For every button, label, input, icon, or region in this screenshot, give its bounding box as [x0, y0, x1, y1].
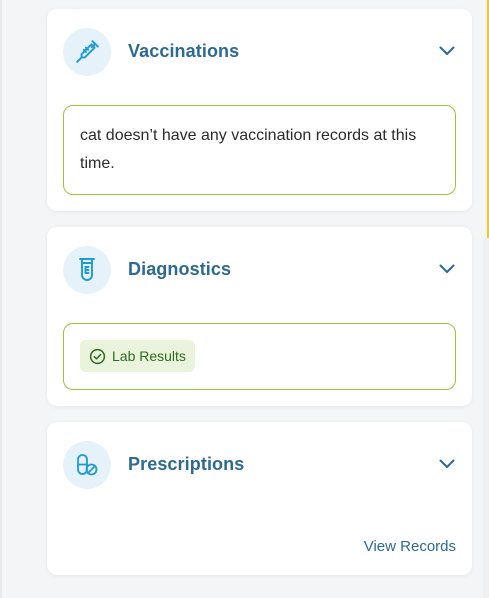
vaccinations-empty-notice: cat doesn’t have any vaccination records…	[63, 105, 456, 195]
diagnostics-card: Diagnostics Lab Results	[47, 227, 472, 406]
chevron-down-icon[interactable]	[438, 458, 456, 470]
prescriptions-card: Prescriptions View Records	[47, 422, 472, 575]
right-edge-panel	[483, 238, 489, 598]
diagnostics-box: Lab Results	[63, 323, 456, 390]
chevron-down-icon[interactable]	[438, 263, 456, 275]
left-rail	[0, 0, 2, 598]
vaccinations-empty-message: cat doesn’t have any vaccination records…	[80, 127, 417, 172]
lab-results-button[interactable]: Lab Results	[80, 340, 195, 372]
vaccinations-title: Vaccinations	[128, 41, 240, 61]
prescriptions-title: Prescriptions	[128, 454, 245, 474]
diagnostics-title: Diagnostics	[128, 259, 232, 279]
pills-icon	[63, 441, 111, 489]
view-records-link[interactable]: View Records	[364, 538, 456, 555]
test-tube-icon	[63, 246, 111, 294]
lab-results-label: Lab Results	[112, 348, 186, 364]
syringe-icon	[63, 28, 111, 76]
vaccinations-card: Vaccinations cat doesn’t have any vaccin…	[47, 9, 472, 211]
chevron-down-icon[interactable]	[438, 45, 456, 57]
check-circle-icon	[89, 348, 106, 365]
